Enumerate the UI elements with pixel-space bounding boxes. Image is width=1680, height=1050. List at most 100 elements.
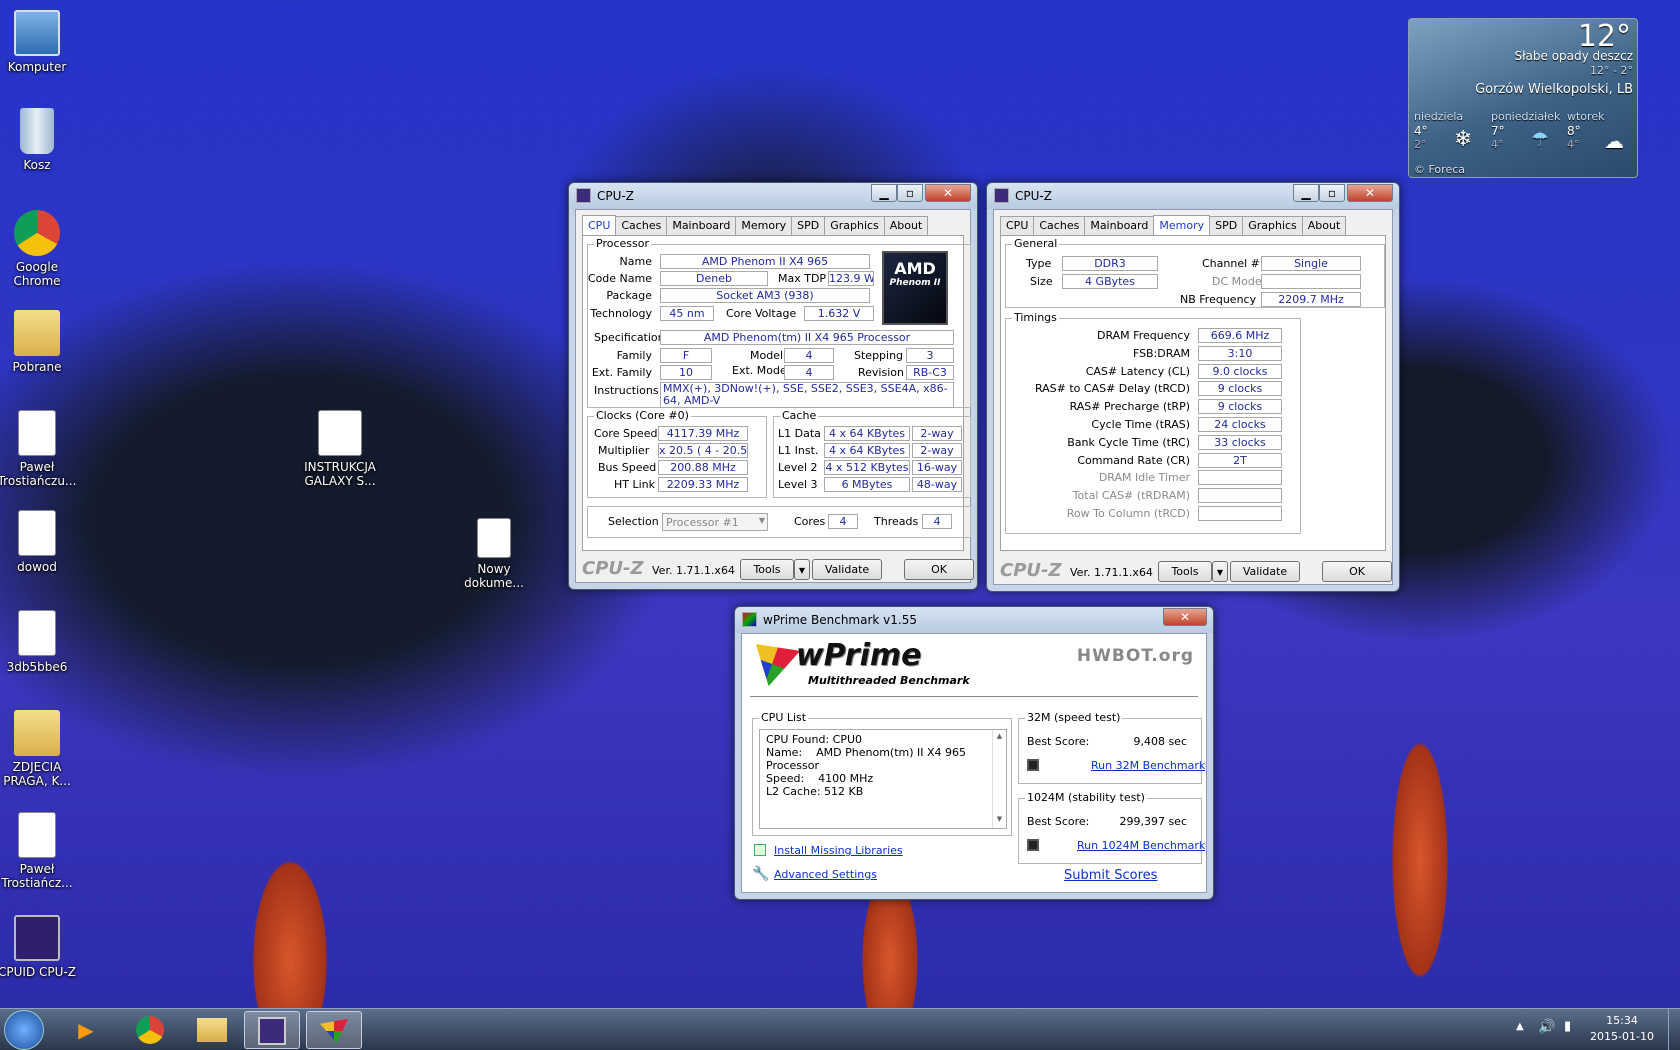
tools-button[interactable]: Tools: [1158, 561, 1212, 582]
dc-mode-value: [1261, 274, 1361, 289]
taskbar-explorer[interactable]: [184, 1011, 240, 1049]
desktop-icon-recycle-bin[interactable]: Kosz: [0, 108, 79, 172]
floppy-disk-icon[interactable]: [1027, 839, 1039, 851]
desktop-icon-doc-2[interactable]: Paweł Trostiańcz...: [0, 812, 79, 890]
tab-mainboard[interactable]: Mainboard: [666, 216, 737, 236]
tab-memory[interactable]: Memory: [1153, 215, 1211, 236]
tab-caches[interactable]: Caches: [615, 216, 668, 236]
floppy-disk-icon[interactable]: [1027, 759, 1039, 771]
taskbar-media-player[interactable]: ▶: [58, 1011, 114, 1049]
size-label: Size: [1030, 275, 1053, 288]
desktop-icon-cpuz[interactable]: CPUID CPU-Z: [0, 915, 79, 979]
desktop-icon-downloads[interactable]: Pobrane: [0, 310, 79, 374]
tab-cpu[interactable]: CPU: [1000, 216, 1035, 236]
processor-select[interactable]: Processor #1 ▼: [662, 513, 768, 531]
show-hidden-icons[interactable]: ▲: [1516, 1021, 1524, 1032]
logo-text-phenom: Phenom II: [889, 278, 941, 288]
icon-label: 3db5bbe6: [6, 660, 68, 674]
tab-spd[interactable]: SPD: [791, 216, 826, 236]
tools-dropdown-button[interactable]: ▼: [794, 559, 810, 580]
validate-button[interactable]: Validate: [812, 559, 882, 580]
client-area: wPrime Multithreaded Benchmark HWBOT.org…: [741, 633, 1207, 893]
taskbar-chrome[interactable]: [122, 1011, 178, 1049]
desktop-icon-doc-1[interactable]: Paweł Trostiańczu...: [0, 410, 79, 488]
scroll-up-icon[interactable]: ▲: [993, 730, 1006, 743]
run-32m-benchmark-link[interactable]: Run 32M Benchmark: [1091, 759, 1205, 772]
desktop-icon-zdjecia[interactable]: ZDJECIA PRAGA, K...: [0, 710, 79, 788]
wprime-logo-mark: [744, 636, 800, 692]
close-button[interactable]: ✕: [1347, 184, 1393, 202]
cpu-list-box[interactable]: CPU Found: CPU0 Name: AMD Phenom(tm) II …: [759, 729, 1007, 829]
close-button[interactable]: ✕: [1163, 608, 1207, 626]
computer-icon: [14, 10, 60, 56]
specification-label: Specification: [594, 331, 665, 344]
desktop-icon-computer[interactable]: Komputer: [0, 10, 79, 74]
volume-icon[interactable]: 🔊: [1538, 1019, 1555, 1035]
pdf-document-icon: [18, 610, 56, 656]
advanced-settings-link[interactable]: Advanced Settings: [774, 868, 877, 881]
rain-icon: ☂: [1531, 127, 1549, 151]
desktop-icon-3db5bbe6[interactable]: 3db5bbe6: [0, 610, 79, 674]
desktop-icon-dowod[interactable]: dowod: [0, 510, 79, 574]
maximize-button[interactable]: ▫: [1319, 184, 1345, 202]
family-label: Family: [616, 349, 652, 362]
type-label: Type: [1026, 257, 1052, 270]
desktop-icon-instrukcja[interactable]: INSTRUKCJA GALAXY S...: [298, 410, 382, 488]
title-bar[interactable]: CPU-Z ▁ ▫ ✕: [569, 183, 977, 209]
run-1024m-benchmark-link[interactable]: Run 1024M Benchmark: [1077, 839, 1205, 852]
stepping-label: Stepping: [854, 349, 904, 362]
footer: CPU-Z Ver. 1.71.1.x64 Tools ▼ Validate O…: [994, 558, 1392, 584]
taskbar-cpuz[interactable]: [244, 1011, 300, 1049]
title-bar[interactable]: CPU-Z ▁ ▫ ✕: [987, 183, 1399, 209]
channel-value: Single: [1261, 256, 1361, 271]
minimize-button[interactable]: ▁: [1293, 184, 1319, 202]
clock[interactable]: 15:34 2015-01-10: [1590, 1013, 1654, 1045]
tab-caches[interactable]: Caches: [1033, 216, 1086, 236]
cpuz-brand: CPU-Z: [1000, 560, 1062, 581]
desktop-icon-chrome[interactable]: Google Chrome: [0, 210, 79, 288]
tab-mainboard[interactable]: Mainboard: [1084, 216, 1155, 236]
title-bar[interactable]: wPrime Benchmark v1.55 ✕: [735, 607, 1213, 633]
timing-value: 9 clocks: [1198, 399, 1282, 415]
minimize-button[interactable]: ▁: [871, 184, 897, 202]
l1-inst-label: L1 Inst.: [778, 444, 819, 457]
submit-scores-link[interactable]: Submit Scores: [1064, 868, 1157, 883]
maximize-button[interactable]: ▫: [897, 184, 923, 202]
technology-value: 45 nm: [660, 306, 714, 321]
tab-graphics[interactable]: Graphics: [1242, 216, 1303, 236]
stability-test-group: 1024M (stability test) Best Score: 299,3…: [1018, 791, 1205, 864]
best-score-label: Best Score:: [1027, 815, 1090, 828]
timing-label: RAS# Precharge (tRP): [1069, 400, 1190, 414]
name-label: Name: [619, 255, 652, 268]
l1-data-value: 4 x 64 KBytes: [824, 426, 910, 441]
weather-gadget[interactable]: 12° Słabe opady deszcz 12° - 2° Gorzów W…: [1408, 18, 1638, 178]
close-button[interactable]: ✕: [925, 184, 971, 202]
show-desktop-button[interactable]: [1668, 1009, 1680, 1050]
tools-button[interactable]: Tools: [740, 559, 794, 580]
ok-button[interactable]: OK: [1322, 561, 1392, 582]
level3-ways: 48-way: [912, 477, 962, 492]
network-icon[interactable]: ▮: [1564, 1019, 1571, 1034]
taskbar-wprime[interactable]: [306, 1011, 362, 1049]
day-name: niedziela: [1414, 110, 1464, 123]
desktop-icon-nowy[interactable]: Nowy dokume...: [452, 518, 536, 590]
tab-about[interactable]: About: [883, 216, 929, 236]
specification-value: AMD Phenom(tm) II X4 965 Processor: [660, 330, 954, 345]
icon-label: CPUID CPU-Z: [0, 965, 76, 979]
threads-label: Threads: [874, 515, 919, 528]
ok-button[interactable]: OK: [904, 559, 974, 580]
start-button[interactable]: [4, 1010, 44, 1050]
scrollbar[interactable]: ▲ ▼: [992, 730, 1006, 828]
tab-about[interactable]: About: [1301, 216, 1347, 236]
timing-value: [1198, 506, 1282, 521]
tools-dropdown-button[interactable]: ▼: [1212, 561, 1228, 582]
scroll-down-icon[interactable]: ▼: [993, 813, 1006, 826]
validate-button[interactable]: Validate: [1230, 561, 1300, 582]
word-document-icon: [18, 812, 56, 858]
tab-spd[interactable]: SPD: [1209, 216, 1244, 236]
tab-cpu[interactable]: CPU: [582, 215, 617, 236]
tab-memory[interactable]: Memory: [735, 216, 793, 236]
ext-model-label: Ext. Model: [732, 364, 790, 377]
tab-graphics[interactable]: Graphics: [824, 216, 885, 236]
install-missing-libraries-link[interactable]: Install Missing Libraries: [774, 844, 903, 857]
